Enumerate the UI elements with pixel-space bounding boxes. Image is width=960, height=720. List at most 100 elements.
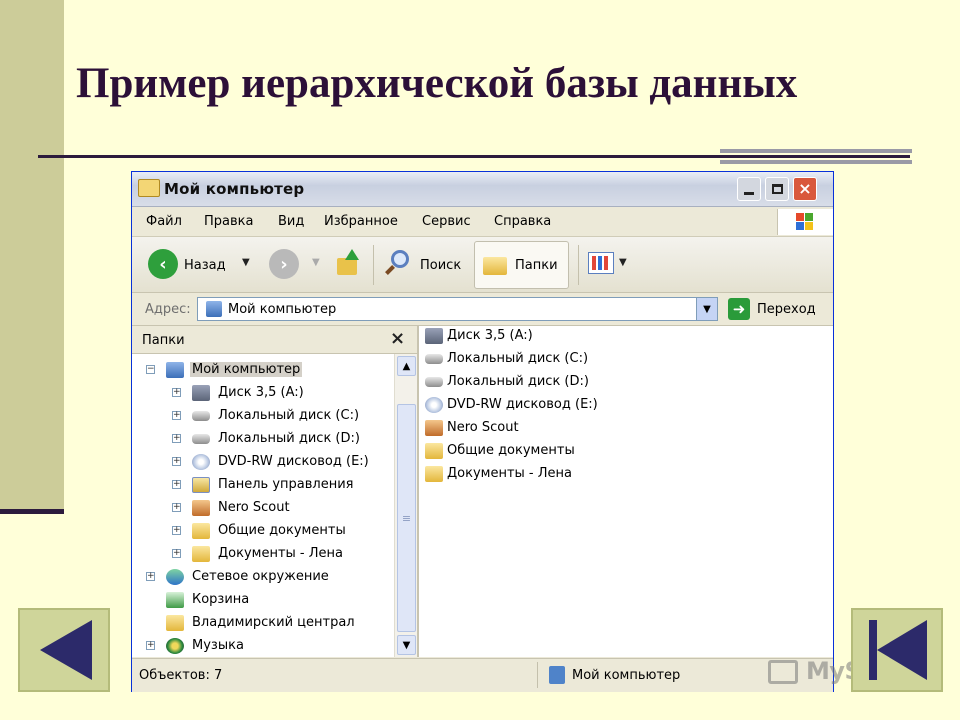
address-dropdown-button[interactable]: ▼ [696, 298, 717, 320]
expand-icon[interactable]: + [172, 411, 181, 420]
left-decor-rule [0, 509, 64, 514]
chevron-up-icon: ▲ [402, 360, 411, 372]
content-item[interactable]: DVD-RW дисковод (E:) [425, 395, 805, 417]
up-folder-button[interactable] [335, 249, 361, 277]
content-item-label: Локальный диск (C:) [447, 351, 589, 366]
content-item[interactable]: Nero Scout [425, 418, 805, 440]
expand-icon[interactable]: + [172, 457, 181, 466]
tree-item[interactable]: + Документы - Лена [132, 544, 394, 565]
grip-icon: ≡ [401, 511, 412, 525]
expand-icon[interactable]: + [146, 572, 155, 581]
content-item[interactable]: Документы - Лена [425, 464, 805, 486]
tree-item-label: Общие документы [218, 523, 346, 538]
expand-icon[interactable]: + [172, 549, 181, 558]
search-button[interactable] [385, 250, 413, 278]
computer-icon [166, 362, 184, 378]
toolbar-separator [373, 245, 374, 285]
content-item-label: Локальный диск (D:) [447, 374, 589, 389]
tree-item-label: Локальный диск (C:) [218, 408, 360, 423]
maximize-button[interactable] [765, 177, 789, 201]
go-arrow-icon: ➜ [732, 300, 746, 318]
back-dropdown-icon[interactable]: ▼ [242, 257, 250, 268]
up-folder-icon [337, 258, 357, 275]
disk-icon [192, 434, 210, 444]
expand-icon[interactable]: + [172, 388, 181, 397]
menu-favorites[interactable]: Избранное [324, 214, 398, 229]
tree-item[interactable]: + Панель управления [132, 475, 394, 496]
last-slide-button[interactable] [851, 608, 943, 692]
tree-item[interactable]: + DVD-RW дисковод (E:) [132, 452, 394, 473]
views-dropdown-icon[interactable]: ▼ [619, 257, 627, 268]
close-button[interactable]: × [793, 177, 817, 201]
left-decor-band [0, 0, 64, 512]
tree-item[interactable]: Владимирский централ [132, 613, 394, 634]
window-titlebar[interactable]: Мой компьютер × [132, 172, 833, 207]
tree-item-label: Владимирский централ [192, 615, 355, 630]
previous-slide-button[interactable] [18, 608, 110, 692]
menu-help[interactable]: Справка [494, 214, 551, 229]
content-pane: Диск 3,5 (A:) Локальный диск (C:) Локальны… [419, 326, 833, 657]
folder-icon [192, 546, 210, 562]
tree-item[interactable]: + Музыка [132, 636, 394, 657]
network-icon [166, 569, 184, 585]
tree-item[interactable]: + Диск 3,5 (A:) [132, 383, 394, 404]
tree-item-label: Музыка [192, 638, 244, 653]
content-item[interactable]: Общие документы [425, 441, 805, 463]
collapse-icon[interactable]: − [146, 365, 155, 374]
go-button[interactable]: ➜ [728, 298, 750, 320]
menu-view[interactable]: Вид [278, 214, 304, 229]
music-icon [166, 638, 184, 654]
tree-item[interactable]: − Мой компьютер [132, 360, 394, 381]
menu-tools[interactable]: Сервис [422, 214, 471, 229]
tree-item-label: Локальный диск (D:) [218, 431, 360, 446]
nero-scout-icon [425, 420, 443, 436]
tree-item[interactable]: + Сетевое окружение [132, 567, 394, 588]
toolbar: ‹ Назад ▼ › ▼ Поиск Папки ▼ [132, 237, 833, 293]
folders-pane-close-icon[interactable]: × [390, 328, 405, 349]
chevron-down-icon: ▼ [402, 639, 411, 651]
folders-pane-header: Папки × [132, 326, 417, 354]
search-label[interactable]: Поиск [420, 258, 461, 273]
expand-icon[interactable]: + [172, 526, 181, 535]
tree-item[interactable]: + Общие документы [132, 521, 394, 542]
menu-file[interactable]: Файл [146, 214, 182, 229]
content-item[interactable]: Диск 3,5 (A:) [425, 326, 805, 348]
scroll-thumb[interactable]: ≡ [397, 404, 416, 632]
folders-pane-title: Папки [142, 333, 185, 348]
expand-icon[interactable]: + [146, 641, 155, 650]
expand-icon[interactable]: + [172, 480, 181, 489]
expand-icon[interactable]: + [172, 503, 181, 512]
tree-item[interactable]: + Nero Scout [132, 498, 394, 519]
forward-dropdown-icon[interactable]: ▼ [312, 257, 320, 268]
tree-item[interactable]: + Локальный диск (D:) [132, 429, 394, 450]
tree-item[interactable]: Корзина [132, 590, 394, 611]
close-icon: × [798, 179, 812, 198]
status-object-count: Объектов: 7 [139, 668, 223, 683]
slide-title: Пример иерархической базы данных [76, 60, 798, 107]
title-underline-accent-lower [720, 160, 912, 164]
expand-icon[interactable]: + [172, 434, 181, 443]
floppy-icon [192, 385, 210, 401]
tree-item-label: Nero Scout [218, 500, 290, 515]
forward-button[interactable]: › [269, 249, 299, 279]
folder-tree-scrollbar[interactable]: ▲ ≡ ▼ [394, 354, 417, 657]
views-button[interactable] [588, 252, 614, 274]
back-label[interactable]: Назад [184, 258, 226, 273]
scroll-up-button[interactable]: ▲ [397, 356, 416, 376]
tree-item-label: Документы - Лена [218, 546, 343, 561]
back-arrow-icon: ‹ [159, 253, 167, 275]
content-item[interactable]: Локальный диск (D:) [425, 372, 805, 394]
tree-item[interactable]: + Локальный диск (C:) [132, 406, 394, 427]
windows-flag-icon [796, 213, 814, 231]
address-input[interactable]: Мой компьютер ▼ [197, 297, 718, 321]
go-label[interactable]: Переход [757, 302, 816, 317]
back-button[interactable]: ‹ [148, 249, 178, 279]
scroll-down-button[interactable]: ▼ [397, 635, 416, 655]
menu-edit[interactable]: Правка [204, 214, 253, 229]
minimize-button[interactable] [737, 177, 761, 201]
minimize-icon [744, 191, 754, 195]
content-item[interactable]: Локальный диск (C:) [425, 349, 805, 371]
chevron-down-icon: ▼ [703, 303, 711, 315]
nero-scout-icon [192, 500, 210, 516]
folders-button[interactable]: Папки [474, 241, 569, 289]
